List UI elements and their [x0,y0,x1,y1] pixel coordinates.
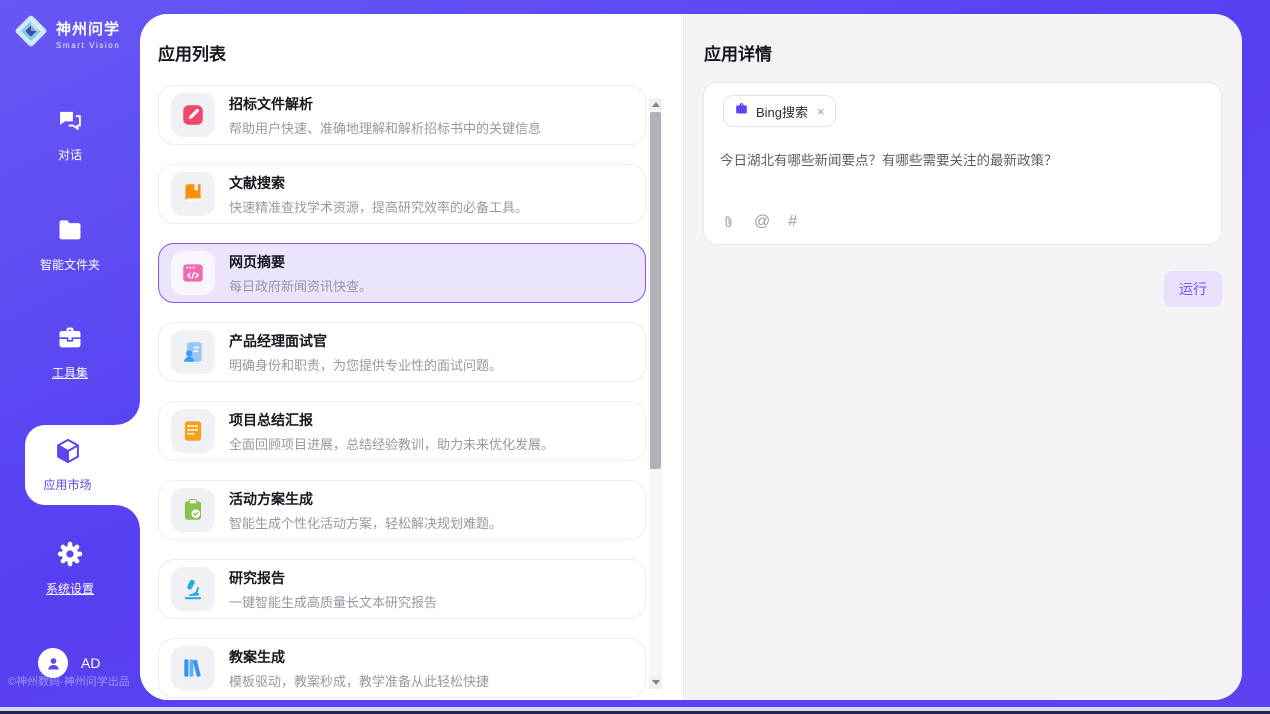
scroll-down-button[interactable] [649,676,662,689]
app-list-title: 应用列表 [158,40,226,65]
tool-tag-bing-search[interactable]: Bing搜索 × [723,95,836,127]
microscope-icon [171,567,215,611]
app-card[interactable]: 招标文件解析 帮助用户快速、准确地理解和解析招标书中的关键信息 [158,85,646,145]
app-card-title: 网页摘要 [229,252,372,272]
app-card[interactable]: 项目总结汇报 全面回顾项目进展，总结经验教训，助力未来优化发展。 [158,401,646,461]
app-card-title: 研究报告 [229,568,437,588]
app-list: 招标文件解析 帮助用户快速、准确地理解和解析招标书中的关键信息 文献搜索 快速精… [158,85,646,698]
app-card-title: 活动方案生成 [229,489,502,509]
sidebar: 神州问学 Smart Vision 对话 智能文件夹 工具集 应用市场 系统设置… [0,0,140,700]
tool-tag-label: Bing搜索 [756,102,808,121]
app-card[interactable]: 活动方案生成 智能生成个性化活动方案，轻松解决规划难题。 [158,480,646,540]
edit-document-icon [171,93,215,137]
app-detail-panel: 应用详情 Bing搜索 × 今日湖北有哪些新闻要点？有哪些需要关注的最新政策？ … [683,14,1242,700]
query-input[interactable]: 今日湖北有哪些新闻要点？有哪些需要关注的最新政策？ [720,151,1205,171]
cube-icon [54,437,82,470]
app-card-description: 明确身份和职责，为您提供专业性的面试问题。 [229,355,502,374]
app-card-description: 模板驱动，教案秒成，教学准备从此轻松快捷 [229,671,489,690]
book-icon [171,172,215,216]
run-button[interactable]: 运行 [1164,271,1222,307]
app-card-description: 一键智能生成高质量长文本研究报告 [229,592,437,611]
app-card-title: 产品经理面试官 [229,331,502,351]
main-content: 应用列表 招标文件解析 帮助用户快速、准确地理解和解析招标书中的关键信息 文献搜… [140,14,1242,700]
app-card-title: 教案生成 [229,647,489,667]
sidebar-item-chat[interactable]: 对话 [0,106,140,163]
prompt-card: Bing搜索 × 今日湖北有哪些新闻要点？有哪些需要关注的最新政策？ @# [703,82,1222,245]
toolbox-icon [56,324,84,357]
app-card[interactable]: 教案生成 模板驱动，教案秒成，教学准备从此轻松快捷 [158,638,646,698]
copyright-footer: ©神州数码·神州问学出品 [8,673,130,689]
app-card-title: 招标文件解析 [229,94,541,114]
sidebar-nav: 对话 智能文件夹 工具集 应用市场 系统设置 [0,0,140,700]
user-name: AD [81,655,100,671]
gear-icon [56,540,84,573]
report-doc-icon [171,409,215,453]
app-card-title: 项目总结汇报 [229,410,554,430]
tool-tag-close-icon[interactable]: × [817,104,825,119]
clipboard-check-icon [171,488,215,532]
sidebar-item-toolset[interactable]: 工具集 [0,324,140,381]
app-card-description: 智能生成个性化活动方案，轻松解决规划难题。 [229,513,502,532]
scrollbar[interactable] [649,98,662,689]
books-icon [171,646,215,690]
app-card-description: 全面回顾项目进展，总结经验教训，助力未来优化发展。 [229,434,554,453]
composer-toolbar: @# [721,213,797,231]
sidebar-item-settings[interactable]: 系统设置 [0,540,140,597]
app-card-description: 帮助用户快速、准确地理解和解析招标书中的关键信息 [229,118,541,137]
app-list-panel: 应用列表 招标文件解析 帮助用户快速、准确地理解和解析招标书中的关键信息 文献搜… [140,14,683,700]
app-card[interactable]: 文献搜索 快速精准查找学术资源，提高研究效率的必备工具。 [158,164,646,224]
sidebar-item-smart-folder[interactable]: 智能文件夹 [0,216,140,273]
app-card[interactable]: 网页摘要 每日政府新闻资讯快查。 [158,243,646,303]
scroll-thumb[interactable] [650,112,661,469]
scroll-up-button[interactable] [649,98,662,111]
app-detail-title: 应用详情 [704,40,772,65]
chat-icon [56,106,84,139]
paperclip-icon[interactable] [721,213,736,231]
sidebar-item-app-market[interactable]: 应用市场 [25,425,140,505]
hash-icon[interactable]: # [788,214,797,230]
folder-icon [56,216,84,249]
app-card-description: 快速精准查找学术资源，提高研究效率的必备工具。 [229,197,528,216]
triangle-up-icon [652,102,660,107]
triangle-down-icon [652,680,660,685]
briefcase-icon [734,101,749,121]
interview-doc-icon [171,330,215,374]
app-card[interactable]: 产品经理面试官 明确身份和职责，为您提供专业性的面试问题。 [158,322,646,382]
app-card-title: 文献搜索 [229,173,528,193]
browser-code-icon [171,251,215,295]
app-card[interactable]: 研究报告 一键智能生成高质量长文本研究报告 [158,559,646,619]
at-icon[interactable]: @ [754,214,770,230]
app-card-description: 每日政府新闻资讯快查。 [229,276,372,295]
